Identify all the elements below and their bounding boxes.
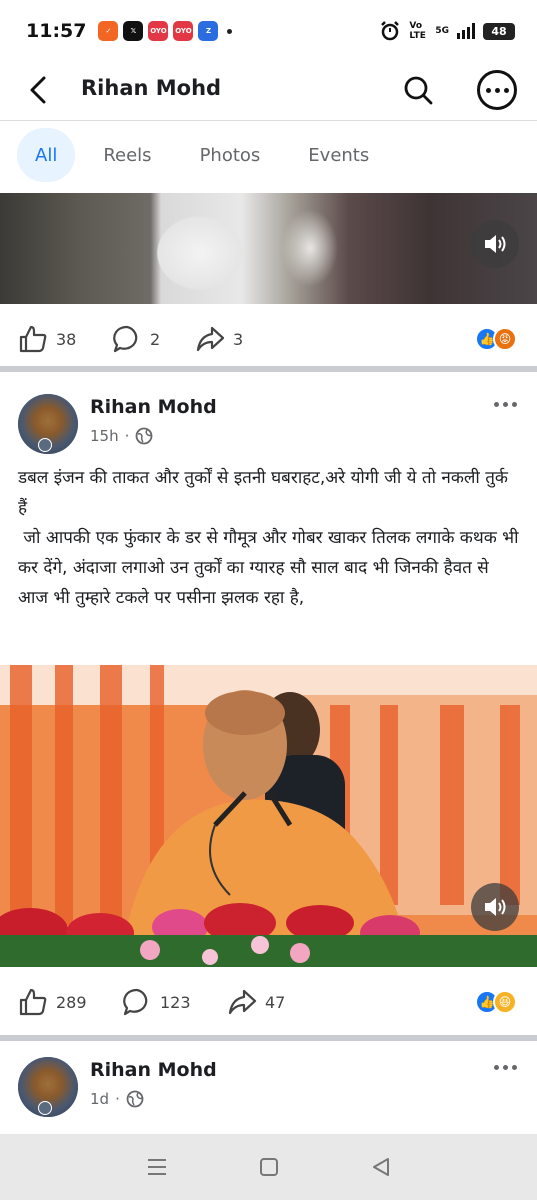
back-button[interactable] bbox=[20, 72, 56, 108]
comment-icon bbox=[123, 988, 148, 1016]
recent-apps-icon[interactable] bbox=[146, 1157, 168, 1177]
share-icon bbox=[196, 326, 225, 352]
mute-toggle-button[interactable] bbox=[471, 883, 519, 931]
more-dot-icon bbox=[485, 87, 491, 93]
oyo-app-icon: OYO bbox=[148, 21, 169, 41]
haha-reaction-icon: 😆 bbox=[493, 990, 517, 1014]
post-actions-bar: 38 2 3 👍 😡 bbox=[0, 306, 537, 372]
alarm-icon bbox=[381, 21, 400, 41]
more-options-button[interactable] bbox=[477, 70, 517, 110]
post-header: Rihan Mohd 1d · bbox=[0, 1057, 537, 1117]
post-meta: 15h · bbox=[90, 427, 153, 445]
tab-all[interactable]: All bbox=[17, 128, 76, 182]
meta-separator: · bbox=[115, 1090, 120, 1108]
speaker-icon bbox=[485, 235, 506, 253]
system-navigation-bar bbox=[0, 1134, 537, 1200]
more-notifications-icon bbox=[227, 28, 233, 34]
more-dot-icon bbox=[503, 87, 509, 93]
status-time: 11:57 bbox=[26, 20, 87, 42]
like-count: 38 bbox=[56, 329, 77, 349]
back-arrow-icon bbox=[30, 76, 46, 104]
globe-icon bbox=[126, 1090, 144, 1108]
post-actions-bar: 289 123 47 👍 😆 bbox=[0, 969, 537, 1035]
post-separator bbox=[0, 1035, 537, 1041]
post-video[interactable] bbox=[0, 665, 537, 967]
tab-events[interactable]: Events bbox=[288, 128, 389, 182]
post-meta: 1d · bbox=[90, 1090, 144, 1108]
more-dot-icon bbox=[503, 1065, 508, 1070]
more-dot-icon bbox=[512, 402, 517, 407]
post-separator bbox=[0, 366, 537, 372]
meta-separator: · bbox=[124, 427, 130, 445]
battery-indicator: 48 bbox=[483, 22, 515, 40]
comment-count: 2 bbox=[150, 329, 161, 349]
status-bar: 11:57 ✓ 𝕏 OYO OYO Z Vo LTE 5G 48 bbox=[0, 0, 537, 62]
post-text-paragraph-2: जो आपकी एक फुंकार के डर से गौमूत्र और गो… bbox=[18, 528, 524, 608]
share-button[interactable]: 47 bbox=[227, 987, 285, 1017]
zomato-app-icon: Z bbox=[198, 21, 219, 41]
x-app-icon: 𝕏 bbox=[123, 21, 144, 41]
more-dot-icon bbox=[494, 1065, 499, 1070]
oyo-app-icon-2: OYO bbox=[173, 21, 194, 41]
post-header: Rihan Mohd 15h · bbox=[0, 394, 537, 454]
mute-toggle-button[interactable] bbox=[471, 220, 519, 268]
like-button[interactable]: 38 bbox=[18, 324, 76, 354]
page-title: Rihan Mohd bbox=[81, 76, 222, 100]
system-indicators: Vo LTE 5G 48 bbox=[379, 20, 515, 42]
share-count: 47 bbox=[265, 992, 286, 1012]
avatar[interactable] bbox=[18, 394, 78, 454]
speaker-icon bbox=[485, 898, 506, 916]
more-dot-icon bbox=[494, 87, 500, 93]
search-button[interactable] bbox=[400, 72, 436, 108]
comment-button[interactable]: 123 bbox=[122, 987, 191, 1017]
angry-reaction-icon: 😡 bbox=[493, 327, 517, 351]
check-app-icon: ✓ bbox=[98, 21, 119, 41]
search-icon bbox=[404, 76, 433, 105]
back-nav-icon[interactable] bbox=[371, 1157, 391, 1177]
post-author[interactable]: Rihan Mohd bbox=[90, 1059, 217, 1081]
thumbs-up-icon bbox=[19, 325, 47, 353]
notification-icons: ✓ 𝕏 OYO OYO Z bbox=[98, 21, 233, 41]
tab-photos[interactable]: Photos bbox=[180, 128, 281, 182]
more-dot-icon bbox=[512, 1065, 517, 1070]
thumbs-up-icon bbox=[19, 988, 47, 1016]
comment-count: 123 bbox=[160, 992, 191, 1012]
header-divider bbox=[0, 120, 537, 121]
post-time[interactable]: 1d bbox=[90, 1090, 109, 1108]
tab-reels[interactable]: Reels bbox=[83, 128, 171, 182]
reaction-summary[interactable]: 👍 😆 bbox=[475, 990, 517, 1014]
share-icon bbox=[228, 989, 257, 1015]
globe-icon bbox=[135, 427, 153, 445]
post-video-thumbnail[interactable] bbox=[0, 193, 537, 304]
share-count: 3 bbox=[233, 329, 244, 349]
volte-indicator: Vo LTE bbox=[409, 21, 426, 41]
comment-button[interactable]: 2 bbox=[112, 324, 160, 354]
comment-icon bbox=[113, 325, 138, 353]
avatar[interactable] bbox=[18, 1057, 78, 1117]
post-author[interactable]: Rihan Mohd bbox=[90, 396, 217, 418]
post-options-button[interactable] bbox=[494, 402, 517, 407]
more-dot-icon bbox=[503, 402, 508, 407]
home-icon[interactable] bbox=[259, 1157, 279, 1177]
video-frame-image bbox=[0, 665, 537, 967]
profile-badge-icon bbox=[38, 1101, 52, 1115]
like-count: 289 bbox=[56, 992, 87, 1012]
post-options-button[interactable] bbox=[494, 1065, 517, 1070]
post-text-paragraph-1: डबल इंजन की ताकत और तुर्कों से इतनी घबरा… bbox=[18, 468, 508, 518]
reaction-summary[interactable]: 👍 😡 bbox=[475, 327, 517, 351]
profile-header: Rihan Mohd bbox=[0, 62, 537, 118]
share-button[interactable]: 3 bbox=[195, 324, 243, 354]
network-indicator: 5G bbox=[435, 26, 449, 36]
signal-icon bbox=[457, 23, 475, 39]
post-time[interactable]: 15h bbox=[90, 427, 119, 445]
profile-badge-icon bbox=[38, 438, 52, 452]
post-text: डबल इंजन की ताकत और तुर्कों से इतनी घबरा… bbox=[18, 463, 520, 613]
filter-tabs: All Reels Photos Events bbox=[17, 127, 397, 183]
more-dot-icon bbox=[494, 402, 499, 407]
like-button[interactable]: 289 bbox=[18, 987, 87, 1017]
